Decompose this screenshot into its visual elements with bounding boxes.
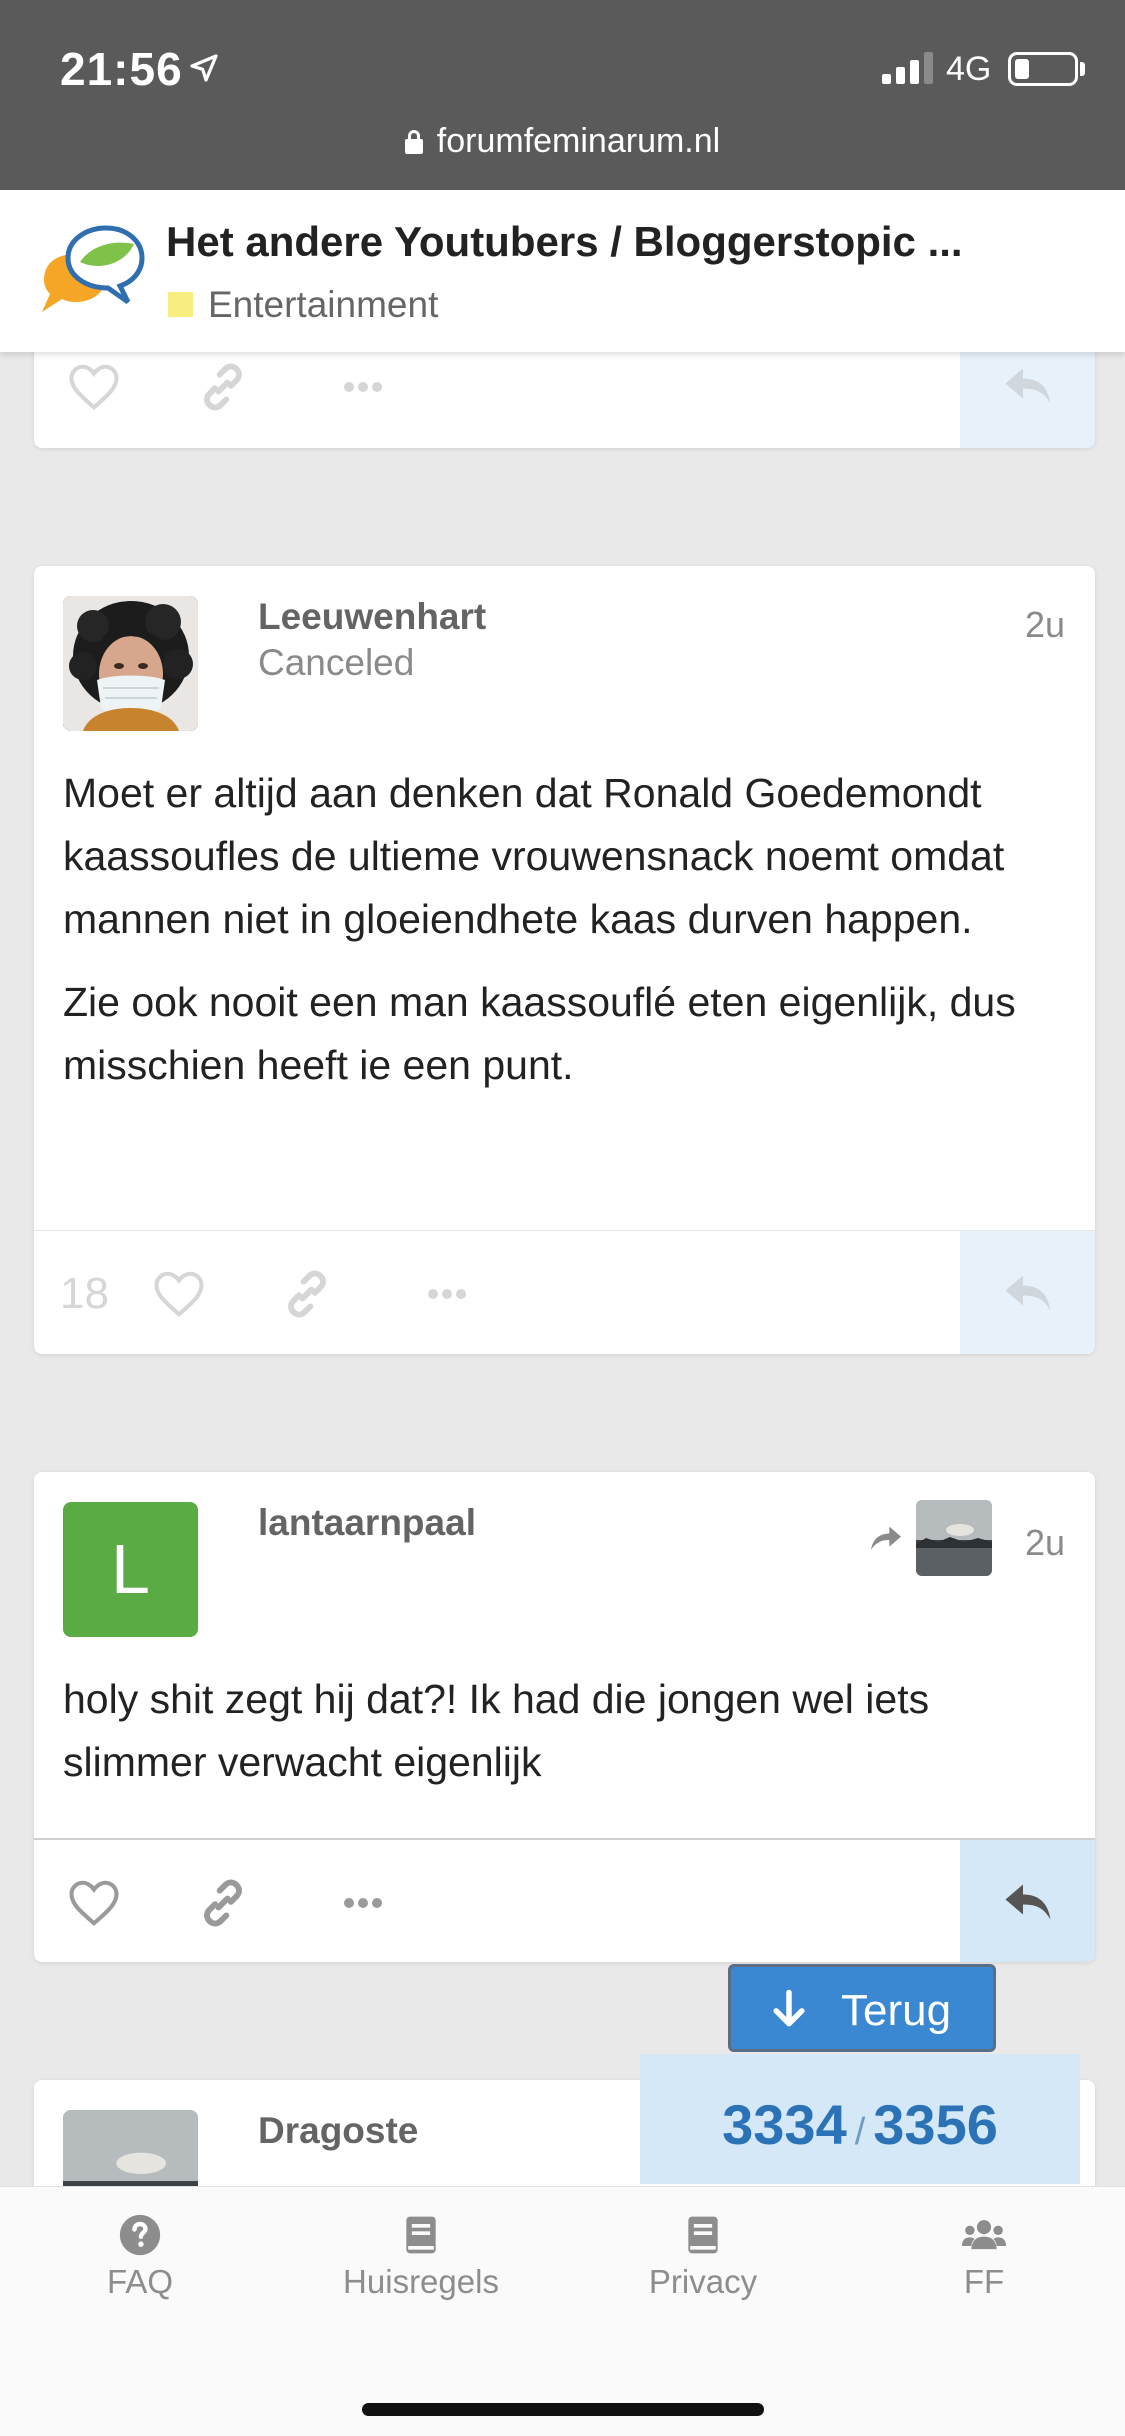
post-actions: 18 [34, 1230, 1095, 1354]
like-count[interactable]: 18 [60, 1269, 109, 1319]
location-arrow-icon [190, 54, 218, 82]
post-username[interactable]: Leeuwenhart [258, 596, 486, 638]
post-date[interactable]: 2u [1025, 604, 1065, 646]
post-actions [34, 1838, 1095, 1962]
link-icon[interactable] [196, 360, 250, 414]
back-button[interactable]: Terug [728, 1964, 996, 2052]
book-icon [688, 2216, 718, 2254]
post-paragraph: holy shit zegt hij dat?! Ik had die jong… [63, 1676, 930, 1785]
arrow-down-icon [773, 1989, 805, 2027]
network-type: 4G [946, 50, 992, 88]
topic-header: Het andere Youtubers / Bloggerstopic ...… [0, 190, 1125, 352]
progress-current: 3334 [722, 2093, 847, 2156]
post-paragraph: Moet er altijd aan denken dat Ronald Goe… [63, 770, 1005, 942]
url-bar[interactable]: forumfeminarum.nl [0, 122, 1125, 161]
post-body: holy shit zegt hij dat?! Ik had die jong… [63, 1668, 1035, 1794]
status-time: 21:56 [60, 43, 183, 95]
more-options-icon[interactable] [336, 1876, 390, 1930]
avatar-letter: L [111, 1530, 150, 1608]
avatar[interactable]: L [63, 1502, 198, 1637]
signal-icon [882, 52, 933, 84]
reply-to-avatar-image [916, 1500, 992, 1576]
like-heart-icon[interactable] [67, 1876, 121, 1930]
bottom-nav: FAQ Huisregels Privacy FF [0, 2186, 1125, 2436]
post-username[interactable]: lantaarnpaal [258, 1502, 476, 1544]
battery-icon [1008, 52, 1078, 86]
topic-title[interactable]: Het andere Youtubers / Bloggerstopic ... [166, 218, 963, 266]
home-indicator [362, 2403, 764, 2416]
back-button-label: Terug [841, 1986, 952, 2035]
progress-text: 3334/3356 [640, 2092, 1080, 2157]
nav-item-ff[interactable]: FF [864, 2213, 1104, 2301]
lock-icon [404, 130, 423, 154]
nav-item-faq[interactable]: FAQ [20, 2213, 260, 2301]
users-icon [962, 2220, 1006, 2250]
category-name[interactable]: Entertainment [208, 284, 438, 326]
post-paragraph: Zie ook nooit een man kaassouflé eten ei… [63, 979, 1016, 1088]
nav-item-privacy[interactable]: Privacy [583, 2213, 823, 2301]
reply-button[interactable] [960, 1840, 1095, 1962]
post-card: Leeuwenhart Canceled 2u Moet er altijd a… [34, 566, 1095, 1354]
post-user-title: Canceled [258, 642, 415, 683]
site-logo[interactable] [36, 222, 146, 322]
more-options-icon[interactable] [420, 1267, 474, 1321]
like-heart-icon[interactable] [67, 360, 121, 414]
reply-to-arrow-icon[interactable] [864, 1520, 908, 1560]
post-date[interactable]: 2u [1025, 1522, 1065, 1564]
like-heart-icon[interactable] [152, 1267, 206, 1321]
category-color-badge [168, 292, 193, 317]
post-username[interactable]: Dragoste [258, 2110, 418, 2152]
post-card: L lantaarnpaal 2u holy shit zegt hij dat… [34, 1472, 1095, 1962]
status-bar: 21:56 4G forumfeminarum.nl [0, 0, 1125, 190]
url-text: forumfeminarum.nl [436, 122, 721, 160]
question-circle-icon [119, 2214, 161, 2256]
avatar[interactable] [63, 596, 198, 731]
nav-label: FF [963, 2263, 1005, 2300]
post-progress[interactable]: 3334/3356 [640, 2054, 1080, 2184]
link-icon[interactable] [280, 1267, 334, 1321]
avatar-image [63, 596, 198, 731]
link-icon[interactable] [196, 1876, 250, 1930]
reply-button[interactable] [960, 1231, 1095, 1354]
reply-to-avatar[interactable] [916, 1500, 992, 1576]
progress-total: 3356 [873, 2093, 998, 2156]
more-options-icon[interactable] [336, 360, 390, 414]
progress-separator: / [854, 2111, 866, 2153]
battery-tip [1080, 62, 1085, 76]
book-icon [406, 2216, 436, 2254]
reply-icon [1005, 1275, 1051, 1311]
nav-item-huisregels[interactable]: Huisregels [301, 2213, 541, 2301]
nav-label: Huisregels [343, 2263, 499, 2300]
nav-label: Privacy [648, 2263, 758, 2300]
post-body: Moet er altijd aan denken dat Ronald Goe… [63, 762, 1035, 1097]
nav-label: FAQ [106, 2263, 174, 2300]
reply-icon [1005, 368, 1051, 404]
reply-icon [1005, 1884, 1051, 1920]
